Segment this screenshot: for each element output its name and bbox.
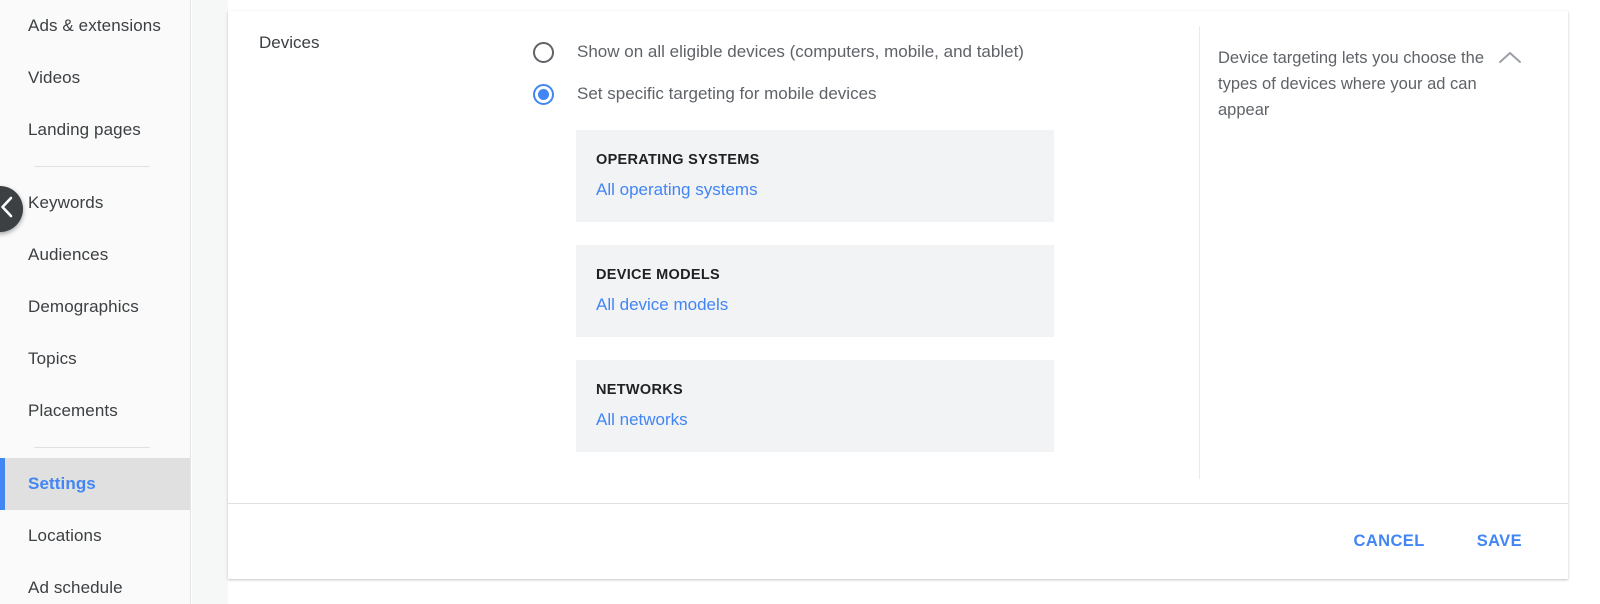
card-main-column: Devices Show on all eligible devices (co… <box>228 11 1199 503</box>
devices-settings-card: Devices Show on all eligible devices (co… <box>228 11 1568 579</box>
sidebar-item-locations[interactable]: Locations <box>0 510 190 562</box>
radio-unchecked-icon <box>533 41 554 63</box>
sidebar-item-demographics[interactable]: Demographics <box>0 281 190 333</box>
sub-card-link[interactable]: All device models <box>596 295 728 314</box>
cancel-button[interactable]: CANCEL <box>1340 522 1439 561</box>
sub-card-link[interactable]: All networks <box>596 410 688 429</box>
sidebar-item-placements[interactable]: Placements <box>0 385 190 437</box>
sidebar-item-label: Placements <box>28 401 118 420</box>
radio-label: Show on all eligible devices (computers,… <box>577 42 1024 61</box>
sidebar-item-label: Ad schedule <box>28 578 123 597</box>
card-footer: CANCEL SAVE <box>228 503 1568 579</box>
sidebar-item-videos[interactable]: Videos <box>0 52 190 104</box>
sidebar-item-label: Demographics <box>28 297 139 316</box>
sidebar: Ads & extensions Videos Landing pages Ke… <box>0 0 191 604</box>
sidebar-item-label: Videos <box>28 68 81 87</box>
app-root: Ads & extensions Videos Landing pages Ke… <box>0 0 1600 604</box>
sidebar-item-label: Settings <box>28 474 96 493</box>
sidebar-item-landing-pages[interactable]: Landing pages <box>0 104 190 156</box>
sidebar-item-label: Topics <box>28 349 77 368</box>
help-panel-collapse-button[interactable] <box>1498 50 1524 70</box>
save-button[interactable]: SAVE <box>1463 522 1536 561</box>
targeting-sub-cards: OPERATING SYSTEMS All operating systems … <box>576 130 1054 475</box>
help-panel: Device targeting lets you choose the typ… <box>1199 26 1568 479</box>
page-title: Devices <box>259 33 320 52</box>
sidebar-item-label: Ads & extensions <box>28 16 161 35</box>
sub-card-title: DEVICE MODELS <box>596 267 720 283</box>
sub-card-title: OPERATING SYSTEMS <box>596 152 760 168</box>
sidebar-item-keywords[interactable]: Keywords <box>0 177 190 229</box>
sidebar-item-label: Audiences <box>28 245 109 264</box>
help-panel-text: Device targeting lets you choose the typ… <box>1218 49 1484 119</box>
sidebar-item-label: Landing pages <box>28 120 141 139</box>
radio-specific-mobile-targeting[interactable]: Set specific targeting for mobile device… <box>533 73 1173 115</box>
radio-show-all-devices[interactable]: Show on all eligible devices (computers,… <box>533 31 1173 73</box>
sidebar-gutter <box>192 0 228 604</box>
sidebar-item-settings[interactable]: Settings <box>0 458 190 510</box>
radio-label: Set specific targeting for mobile device… <box>577 84 877 103</box>
sidebar-divider <box>34 166 150 167</box>
sidebar-item-ads-extensions[interactable]: Ads & extensions <box>0 0 190 52</box>
sidebar-item-audiences[interactable]: Audiences <box>0 229 190 281</box>
card-body: Devices Show on all eligible devices (co… <box>228 11 1568 503</box>
sidebar-item-topics[interactable]: Topics <box>0 333 190 385</box>
sub-card-operating-systems: OPERATING SYSTEMS All operating systems <box>576 130 1054 222</box>
sidebar-item-label: Locations <box>28 526 102 545</box>
chevron-left-icon <box>0 196 13 223</box>
sidebar-divider <box>34 447 150 448</box>
sidebar-item-ad-schedule[interactable]: Ad schedule <box>0 562 190 604</box>
radio-checked-icon <box>533 83 554 105</box>
sub-card-link[interactable]: All operating systems <box>596 180 758 199</box>
sidebar-item-label: Keywords <box>28 193 104 212</box>
sub-card-title: NETWORKS <box>596 382 683 398</box>
sub-card-device-models: DEVICE MODELS All device models <box>576 245 1054 337</box>
device-targeting-radio-group: Show on all eligible devices (computers,… <box>533 31 1173 115</box>
sub-card-networks: NETWORKS All networks <box>576 360 1054 452</box>
chevron-up-icon <box>1498 52 1522 70</box>
